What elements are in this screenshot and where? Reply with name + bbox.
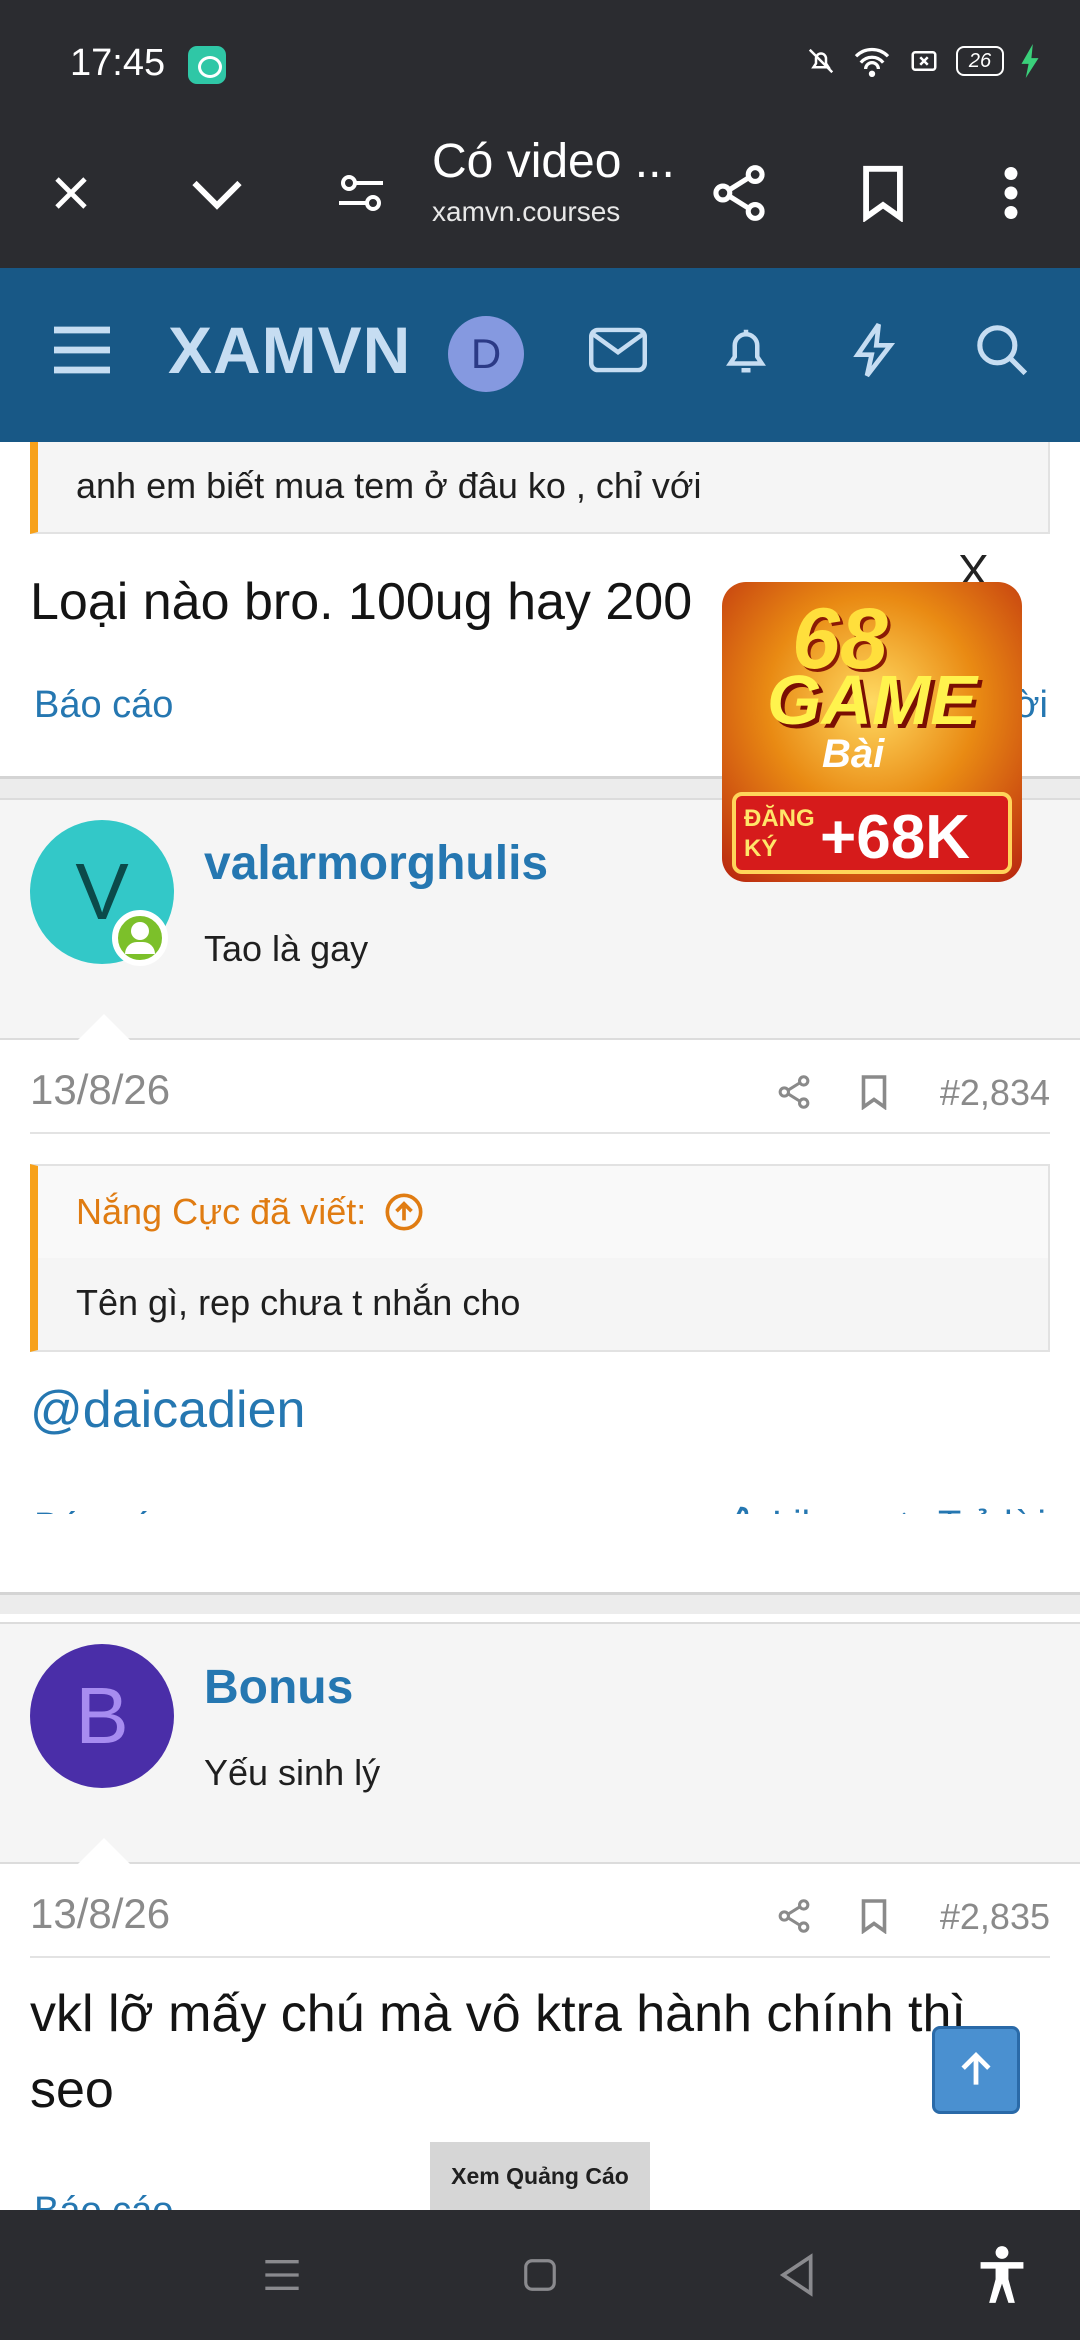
accessibility-icon (980, 2246, 1024, 2303)
quote-text: Tên gì, rep chưa t nhắn cho (76, 1282, 521, 1323)
post-2834: 13/8/26 #2,834 Nắng Cực đã viết: Tên gì,… (0, 1040, 1080, 1548)
post-message: vkl lỡ mấy chú mà vô ktra hành chính thì… (30, 1985, 966, 2119)
mention-link[interactable]: @daicadien (30, 1372, 305, 1448)
share-post-button[interactable] (772, 1894, 816, 1938)
user-block-arrow (78, 1014, 130, 1040)
close-tab-button[interactable] (26, 148, 116, 238)
ad-bonus-text: +68K (820, 803, 970, 872)
hamburger-menu-icon[interactable] (50, 324, 114, 376)
ad-bai-text: Bài (822, 732, 885, 776)
post-date[interactable]: 13/8/26 (30, 1066, 170, 1114)
charging-icon (1021, 44, 1039, 78)
back-button[interactable] (756, 2235, 836, 2315)
bookmark-button[interactable] (838, 148, 928, 238)
triangle-back-icon (779, 2253, 813, 2297)
post-divider (0, 1592, 1080, 1614)
bell-muted-icon (808, 48, 834, 74)
quote-block: anh em biết mua tem ở đâu ko , chỉ với (30, 442, 1050, 534)
alerts-button[interactable] (706, 310, 786, 390)
post-user-block: B Bonus Yếu sinh lý (0, 1622, 1080, 1864)
post-message: Loại nào bro. 100ug hay 200 (30, 573, 693, 631)
report-link[interactable]: Báo cáo (34, 684, 173, 727)
poster-title: Tao là gay (204, 928, 369, 969)
bookmark-post-button[interactable] (852, 1894, 896, 1938)
poster-avatar[interactable]: B (30, 1644, 174, 1788)
sim-off-icon (911, 51, 937, 71)
scroll-to-top-button[interactable] (932, 2026, 1020, 2114)
meta-divider (30, 1132, 1050, 1134)
recent-apps-button[interactable] (242, 2235, 322, 2315)
status-bar: 17:45 26 (0, 0, 1080, 120)
chevron-down-icon (192, 180, 242, 210)
bookmark-icon (861, 1899, 887, 1934)
quote-block: Nắng Cực đã viết: Tên gì, rep chưa t nhắ… (30, 1164, 1050, 1352)
search-button[interactable] (962, 310, 1042, 390)
menu-icon (265, 2260, 299, 2290)
status-time: 17:45 (70, 42, 166, 84)
quote-text: anh em biết mua tem ở đâu ko , chỉ với (76, 465, 702, 506)
status-icons: 26 (806, 44, 1040, 78)
share-icon (778, 1899, 810, 1933)
online-status-icon (112, 910, 168, 966)
ad-signup-banner: ĐĂNG KÝ +68K (732, 792, 1012, 874)
search-icon (977, 325, 1028, 376)
browser-toolbar: Có video ... xamvn.courses (0, 120, 1080, 268)
share-icon (778, 1075, 810, 1109)
bookmark-icon (861, 1075, 887, 1110)
bolt-icon (853, 323, 895, 378)
wifi-icon (854, 47, 890, 77)
user-block-arrow (78, 1838, 130, 1864)
poster-name[interactable]: valarmorghulis (204, 836, 548, 891)
share-icon (713, 165, 765, 221)
quote-author[interactable]: Nắng Cực đã viết: (76, 1191, 366, 1233)
arrow-up-icon (961, 2051, 991, 2085)
poster-name[interactable]: Bonus (204, 1660, 353, 1715)
site-logo[interactable]: XAMVN (168, 312, 411, 388)
post-footer-space (0, 1514, 1080, 1638)
mail-icon (589, 327, 647, 373)
square-icon (524, 2259, 556, 2291)
ad-game-text: GAME (767, 661, 977, 739)
ad-banner[interactable]: 68 GAME Bài ĐĂNG KÝ +68K (722, 582, 1022, 882)
tune-icon (339, 175, 383, 211)
app-notification-icon (188, 46, 226, 84)
share-button[interactable] (694, 148, 784, 238)
report-link[interactable]: Báo cáo (34, 2190, 173, 2210)
arrow-up-circle-icon[interactable] (384, 1192, 424, 1232)
bookmark-post-button[interactable] (852, 1070, 896, 1114)
quote-header[interactable]: Nắng Cực đã viết: (38, 1166, 1048, 1258)
post-number[interactable]: #2,835 (940, 1896, 1050, 1938)
ad-signup-text: ĐĂNG KÝ (744, 805, 815, 862)
inbox-button[interactable] (578, 310, 658, 390)
meta-divider (30, 1956, 1050, 1958)
more-vertical-icon (1004, 167, 1018, 219)
whats-new-button[interactable] (834, 310, 914, 390)
page-url[interactable]: xamvn.courses (432, 196, 620, 228)
close-icon (55, 177, 87, 209)
site-settings-button[interactable] (316, 148, 406, 238)
minimize-button[interactable] (172, 148, 262, 238)
user-avatar[interactable]: D (448, 316, 524, 392)
share-post-button[interactable] (772, 1070, 816, 1114)
bell-icon (726, 329, 766, 373)
poster-title: Yếu sinh lý (204, 1752, 381, 1793)
post-date[interactable]: 13/8/26 (30, 1890, 170, 1938)
page-title[interactable]: Có video ... (432, 134, 675, 189)
post-number[interactable]: #2,834 (940, 1072, 1050, 1114)
see-ad-button[interactable]: Xem Quảng Cáo (430, 2142, 650, 2210)
battery-level: 26 (956, 46, 1004, 76)
home-button[interactable] (500, 2235, 580, 2315)
bookmark-icon (863, 165, 903, 222)
more-menu-button[interactable] (966, 148, 1056, 238)
site-header: XAMVN (0, 268, 1080, 442)
system-nav-bar (0, 2210, 1080, 2340)
accessibility-button[interactable] (962, 2235, 1042, 2315)
